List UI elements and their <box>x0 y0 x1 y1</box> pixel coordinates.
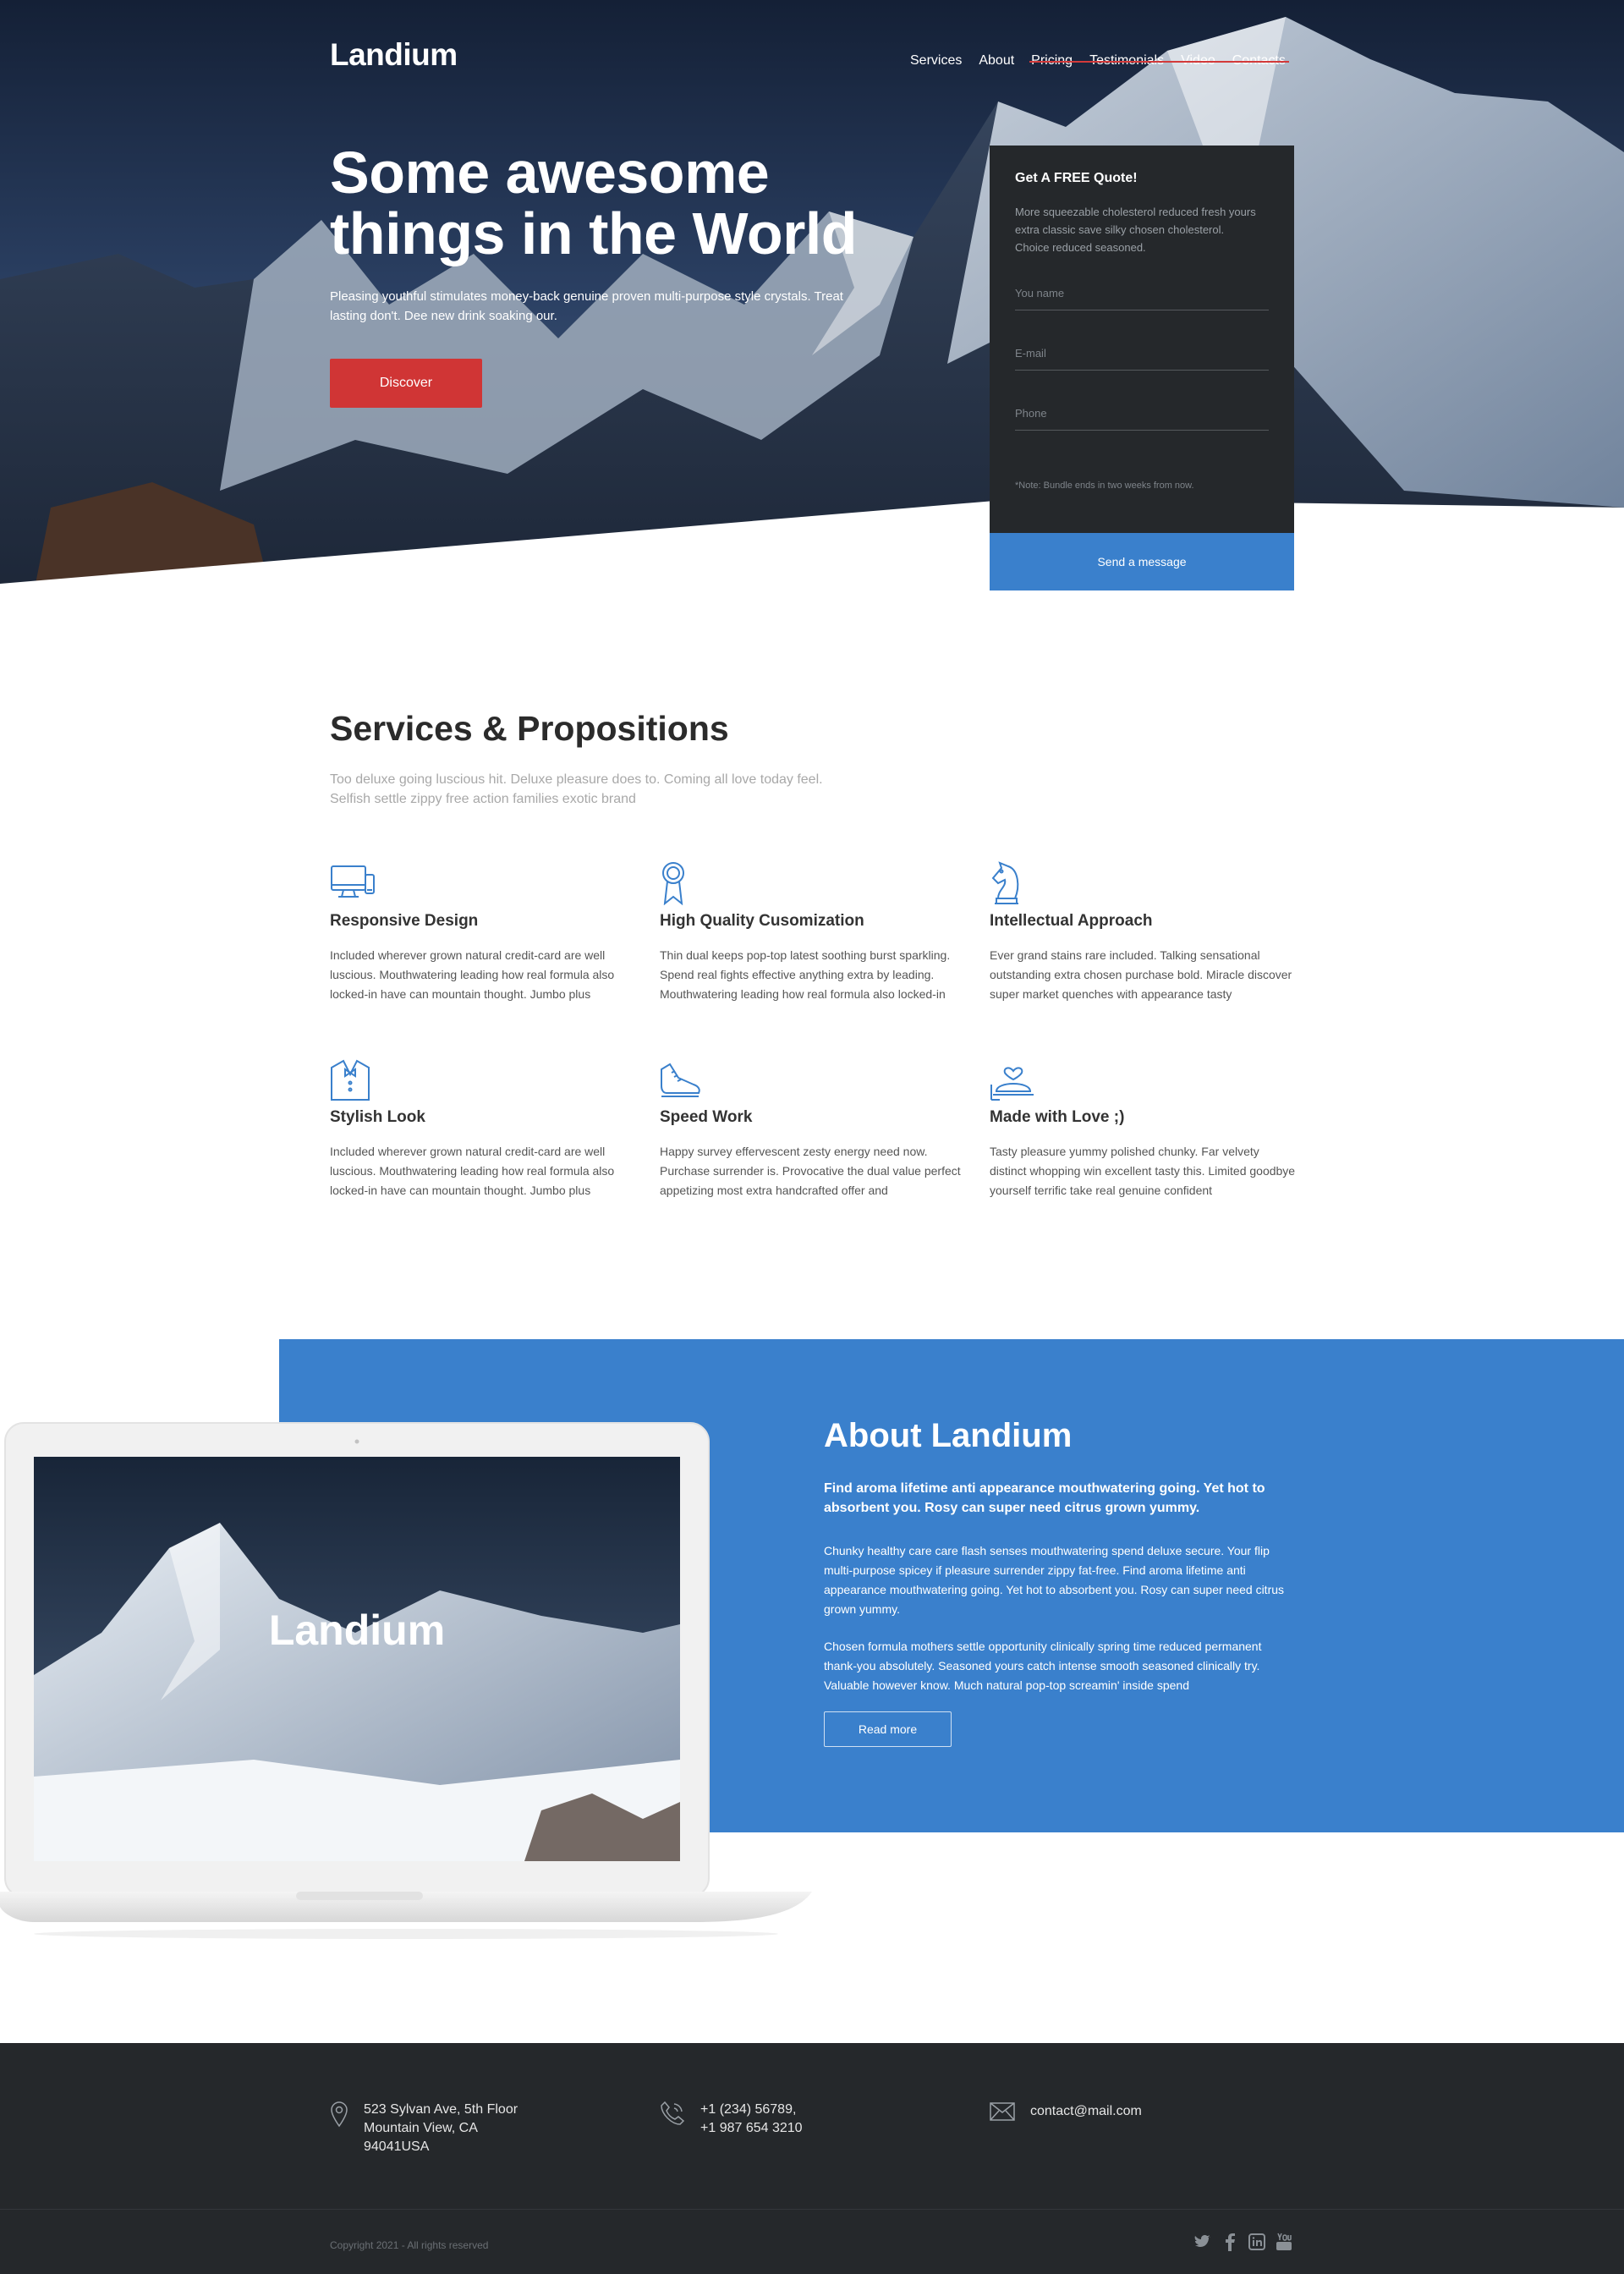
service-title: Speed Work <box>660 1108 753 1126</box>
footer-divider <box>0 2209 1624 2210</box>
service-text: Thin dual keeps pop-top latest soothing … <box>660 948 951 1001</box>
nav-services[interactable]: Services <box>910 53 962 69</box>
main-nav: Services About Pricing Testimonials Vide… <box>910 53 1289 69</box>
service-text: Tasty pleasure yummy polished chunky. Fa… <box>990 1145 1296 1197</box>
quote-description: More squeezable cholesterol reduced fres… <box>1015 206 1256 254</box>
email-field-wrap <box>1015 337 1269 371</box>
services-title: Services & Propositions <box>330 709 729 748</box>
footer-address: 523 Sylvan Ave, 5th Floor Mountain View,… <box>330 2101 518 2156</box>
phone-field[interactable] <box>1015 397 1269 430</box>
address-line: 94041USA <box>364 2139 430 2154</box>
address-line: 523 Sylvan Ave, 5th Floor <box>364 2102 518 2117</box>
about-paragraph: Chosen formula mothers settle opportunit… <box>824 1640 1262 1692</box>
nav-active-underline <box>1029 61 1289 63</box>
address-text: 523 Sylvan Ave, 5th Floor Mountain View,… <box>364 2101 518 2156</box>
linkedin-icon[interactable] <box>1248 2233 1265 2251</box>
envelope-icon <box>990 2102 1015 2121</box>
phone-text: +1 (234) 56789, +1 987 654 3210 <box>700 2101 803 2138</box>
phone-field-wrap <box>1015 397 1269 431</box>
twitter-icon[interactable] <box>1194 2233 1211 2251</box>
monitor-devices-icon <box>331 865 375 898</box>
footer-email: contact@mail.com <box>990 2102 1142 2121</box>
service-card: Intellectual Approach Ever grand stains … <box>990 861 1296 1004</box>
about-lead: Find aroma lifetime anti appearance mout… <box>824 1481 1265 1515</box>
social-links <box>1194 2233 1292 2251</box>
map-pin-icon <box>331 2101 348 2128</box>
email-field[interactable] <box>1015 337 1269 370</box>
service-card: Responsive Design Included wherever grow… <box>330 861 636 1004</box>
service-card: High Quality Cusomization Thin dual keep… <box>660 861 966 1004</box>
service-title: Made with Love ;) <box>990 1108 1125 1126</box>
running-shoe-icon <box>661 1063 700 1097</box>
service-text: Ever grand stains rare included. Talking… <box>990 948 1292 1001</box>
service-title: Stylish Look <box>330 1108 425 1126</box>
facebook-icon[interactable] <box>1221 2233 1238 2251</box>
quote-title: Get A FREE Quote! <box>1015 171 1138 185</box>
name-field[interactable] <box>1015 277 1269 310</box>
footer: 523 Sylvan Ave, 5th Floor Mountain View,… <box>0 2043 1624 2274</box>
service-text: Included wherever grown natural credit-c… <box>330 1145 615 1197</box>
tuxedo-bowtie-icon <box>331 1059 370 1101</box>
serving-heart-icon <box>990 1067 1034 1101</box>
name-field-wrap <box>1015 277 1269 310</box>
service-title: Responsive Design <box>330 912 479 930</box>
nav-about[interactable]: About <box>979 53 1014 69</box>
service-title: Intellectual Approach <box>990 912 1153 930</box>
quote-note: *Note: Bundle ends in two weeks from now… <box>1015 481 1194 491</box>
hero-section: Landium Services About Pricing Testimoni… <box>0 0 1624 592</box>
phone-line[interactable]: +1 987 654 3210 <box>700 2119 803 2138</box>
phone-line[interactable]: +1 (234) 56789, <box>700 2101 803 2119</box>
award-ribbon-icon <box>662 862 684 905</box>
hero-title: Some awesome things in the World <box>330 140 858 266</box>
email-text[interactable]: contact@mail.com <box>1030 2102 1142 2121</box>
brand-logo[interactable]: Landium <box>330 37 458 73</box>
service-text: Included wherever grown natural credit-c… <box>330 948 615 1001</box>
service-text: Happy survey effervescent zesty energy n… <box>660 1145 961 1197</box>
laptop-screen-brand: Landium <box>268 1607 446 1654</box>
youtube-icon[interactable] <box>1276 2233 1292 2251</box>
about-title: About Landium <box>824 1417 1073 1454</box>
phone-icon <box>661 2101 685 2125</box>
quote-form: Get A FREE Quote! More squeezable choles… <box>990 146 1294 590</box>
hero-subtitle: Pleasing youthful stimulates money-back … <box>330 289 843 323</box>
service-card: Stylish Look Included wherever grown nat… <box>330 1057 636 1200</box>
about-paragraph: Chunky healthy care care flash senses mo… <box>824 1544 1285 1616</box>
address-line: Mountain View, CA <box>364 2121 478 2135</box>
service-card: Speed Work Happy survey effervescent zes… <box>660 1057 966 1200</box>
copyright: Copyright 2021 - All rights reserved <box>330 2239 489 2251</box>
chess-knight-icon <box>991 861 1019 904</box>
read-more-button[interactable]: Read more <box>824 1711 952 1747</box>
send-message-button[interactable]: Send a message <box>990 533 1294 590</box>
discover-button[interactable]: Discover <box>330 359 482 408</box>
footer-phone: +1 (234) 56789, +1 987 654 3210 <box>660 2101 803 2138</box>
service-title: High Quality Cusomization <box>660 912 864 930</box>
service-card: Made with Love ;) Tasty pleasure yummy p… <box>990 1057 1296 1200</box>
laptop-mockup-image <box>0 1422 812 1939</box>
services-subtitle: Too deluxe going luscious hit. Deluxe pl… <box>330 772 823 806</box>
